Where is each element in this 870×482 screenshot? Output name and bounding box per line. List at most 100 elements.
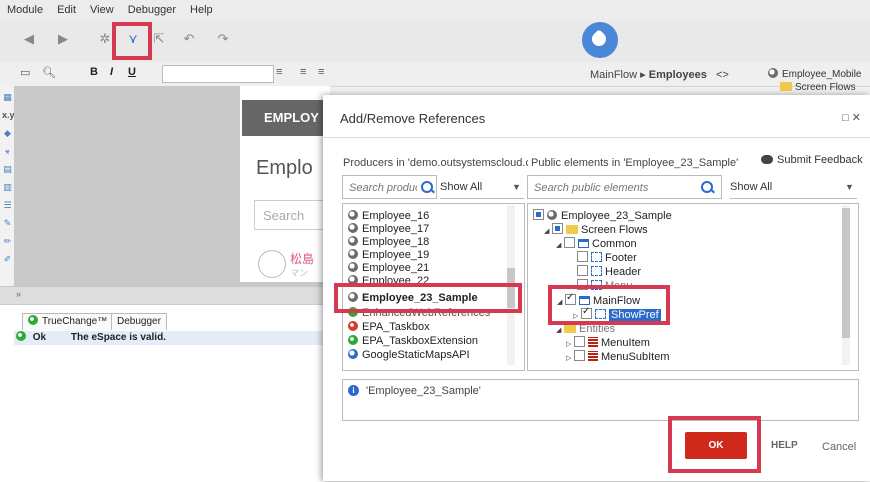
producers-filter-select[interactable]: Show All ▼ [440,175,524,199]
menusubitem-checkbox[interactable] [574,350,585,361]
toolbox-icon-1[interactable]: ▦ [2,92,13,103]
search-icon[interactable] [701,181,713,193]
collapse-icon[interactable]: » [16,289,21,299]
module-checkbox[interactable] [533,209,544,220]
expression-icon[interactable]: x.y [2,110,15,121]
preview-title: Emplo [256,157,313,179]
producers-filter-value: Show All [440,181,483,193]
webblock-icon [591,266,602,276]
avatar [258,250,286,278]
public-scroll-thumb[interactable] [842,208,850,338]
expand-icon[interactable]: ◢ [556,324,564,338]
breadcrumb-flow[interactable]: MainFlow [590,69,637,81]
tree-node-module[interactable]: Employee_23_Sample [533,209,672,223]
pencil-icon[interactable]: ✏ [2,236,13,247]
breadcrumb-screen[interactable]: Employees [649,69,707,81]
tree-screen-flows[interactable]: Screen Flows [780,82,856,93]
breadcrumb-separator: ▸ [640,69,646,81]
nav-arrows-icon[interactable]: <> [716,69,729,81]
list-item[interactable]: Employee_17 [348,222,429,236]
bold-button[interactable]: B [90,66,98,82]
panel-splitter[interactable]: » [0,286,325,305]
module-blue-icon [348,349,358,359]
menu-help[interactable]: Help [183,0,220,16]
tab-debugger[interactable]: Debugger [111,313,167,330]
tree-node-menusubitem[interactable]: ▷ MenuSubItem [566,350,669,364]
module-icon [348,249,358,259]
search-icon[interactable] [421,181,433,193]
menu-module[interactable]: Module [0,0,50,16]
public-search[interactable] [527,175,722,199]
edit-icon[interactable]: ✎ [2,218,13,229]
expand-arrow-icon[interactable]: ▷ [566,352,574,366]
close-icon[interactable]: □ ✕ [842,111,861,124]
tree-node-menuitem[interactable]: ▷ MenuItem [566,336,650,350]
tree-root-module[interactable]: Employee_Mobile [768,68,862,80]
zoom-icon[interactable]: 🔍︎ [42,66,56,82]
align-right-icon[interactable]: ≡ [318,66,324,82]
module-icon [348,223,358,233]
common-checkbox[interactable] [564,237,575,248]
style-select[interactable] [162,65,274,83]
expand-icon[interactable]: ◢ [556,239,564,253]
description-text: 'Employee_23_Sample' [366,385,481,397]
undo-icon[interactable]: ↶ [180,30,198,48]
public-search-input[interactable] [532,181,696,195]
link-icon[interactable]: ✐ [2,254,13,265]
list-item[interactable]: Employee_19 [348,248,429,262]
widget-icon[interactable]: ▭ [20,66,30,82]
menu-debugger[interactable]: Debugger [121,0,183,16]
list-item[interactable]: Employee_16 [348,209,429,223]
menu-edit[interactable]: Edit [50,0,83,16]
list-icon[interactable]: ☰ [2,200,13,211]
submit-feedback-link[interactable]: Submit Feedback [777,154,863,166]
list-item[interactable]: Employee_21 [348,261,429,275]
preview-name: 松島 [290,252,315,266]
list-item[interactable]: EPA_TaskboxExtension [348,334,478,348]
align-center-icon[interactable]: ≡ [300,66,306,82]
underline-button[interactable]: U [128,66,136,82]
producers-search-input[interactable] [347,181,419,195]
tab-truechange[interactable]: TrueChange™ [22,313,114,330]
align-left-icon[interactable]: ≡ [276,66,282,82]
italic-button[interactable]: I [110,66,113,82]
tree-node-common[interactable]: ◢ Common [556,237,637,251]
tree-node-footer[interactable]: Footer [577,251,637,265]
if-icon[interactable]: ◆ [2,128,13,139]
list-item[interactable]: Employee_18 [348,235,429,249]
tree-node-screen-flows[interactable]: ◢ Screen Flows [544,223,648,237]
producers-search[interactable] [342,175,437,199]
list-item[interactable]: GoogleStaticMapsAPI [348,348,470,362]
table-icon[interactable]: ▤ [2,164,13,175]
redo-icon[interactable]: ↷ [214,30,232,48]
highlight-ok-button [668,416,761,473]
tree-node-header[interactable]: Header [577,265,641,279]
merge-icon[interactable]: ⇱ [150,30,168,48]
cancel-button[interactable]: Cancel [822,441,856,453]
list-item[interactable]: EPA_Taskbox [348,320,430,334]
help-button[interactable]: HELP [771,440,798,451]
module-icon [547,210,557,220]
menu-view[interactable]: View [83,0,121,16]
preview-header: EMPLOY [242,100,324,136]
ok-icon [16,331,26,341]
module-icon [348,210,358,220]
flows-checkbox[interactable] [552,223,563,234]
module-icon [348,236,358,246]
expand-icon[interactable]: ◢ [544,225,552,239]
public-elements-label: Public elements in 'Employee_23_Sample' [531,157,739,169]
status-row[interactable]: Ok The eSpace is valid. [14,331,325,345]
form-icon[interactable]: ▥ [2,182,13,193]
forward-icon[interactable]: ▶ [54,30,72,48]
header-checkbox[interactable] [577,265,588,276]
publish-icon[interactable] [582,22,618,58]
back-icon[interactable]: ◀ [20,30,38,48]
webblock-icon[interactable]: ⚹ [2,146,13,157]
entity-icon [588,337,598,347]
feedback-icon [761,155,773,164]
footer-checkbox[interactable] [577,251,588,262]
public-filter-select[interactable]: Show All ▼ [730,175,857,199]
public-filter-value: Show All [730,181,773,193]
menuitem-checkbox[interactable] [574,336,585,347]
status-label: Ok [32,332,47,343]
